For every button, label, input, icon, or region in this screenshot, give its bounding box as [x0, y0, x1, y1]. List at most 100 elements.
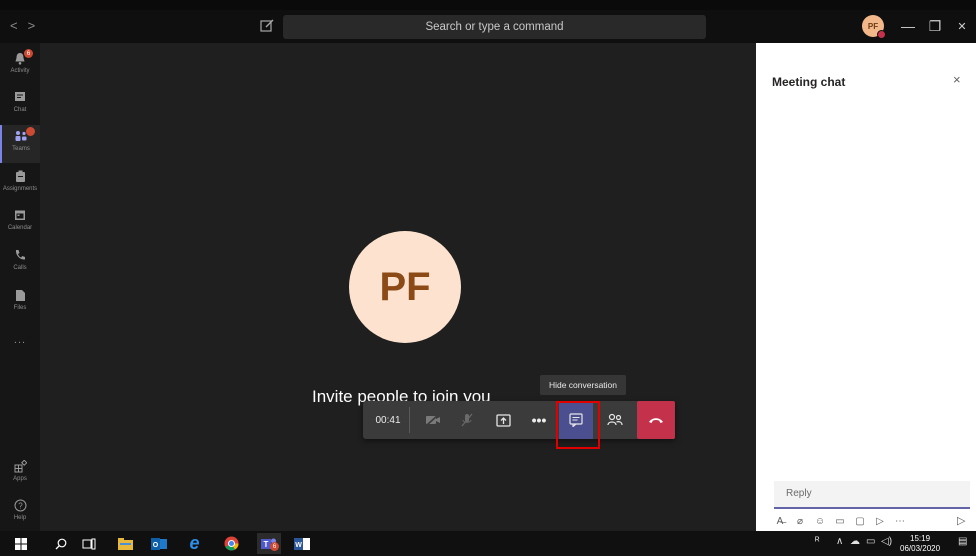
rail-item-chat[interactable]: Chat [0, 86, 40, 124]
files-icon [13, 288, 27, 302]
call-stage: PF Invite people to join you Hide conver… [40, 43, 756, 531]
calendar-icon [13, 208, 27, 222]
clock-date: 06/03/2020 [900, 544, 941, 553]
share-screen-button[interactable] [487, 401, 519, 439]
close-panel-button[interactable]: × [953, 72, 961, 87]
compose-icon[interactable] [258, 17, 276, 35]
rail-label: Assignments [2, 186, 38, 192]
app-rail: 6 Activity Chat Teams Assignments Calend… [0, 43, 40, 531]
svg-text:T: T [264, 540, 269, 549]
search-placeholder: Search or type a command [425, 21, 564, 33]
network-icon[interactable]: ▭ [866, 536, 875, 547]
camera-off-icon [426, 414, 440, 426]
notifications-icon[interactable]: ▤ [958, 536, 967, 547]
rail-item-more[interactable]: ... [0, 334, 40, 354]
participant-avatar: PF [349, 231, 461, 343]
participant-initials: PF [379, 264, 431, 309]
top-strip [0, 0, 976, 10]
onedrive-icon[interactable]: ☁ [850, 536, 860, 547]
mic-off-button[interactable] [451, 401, 483, 439]
gif-icon[interactable]: ▭ [834, 516, 846, 527]
rail-item-assignments[interactable]: Assignments [0, 165, 40, 203]
reply-placeholder: Reply [786, 488, 812, 499]
participants-button[interactable] [599, 401, 631, 439]
more-options-icon[interactable]: ••• [523, 401, 555, 439]
svg-text:W: W [295, 542, 302, 549]
rail-item-help[interactable]: ? Help [0, 494, 40, 532]
panel-title: Meeting chat [772, 75, 846, 89]
svg-text:O: O [152, 542, 158, 549]
maximize-button[interactable]: ❐ [925, 16, 945, 36]
outlook-icon[interactable]: O [150, 535, 167, 552]
chat-icon [13, 90, 27, 104]
reply-input[interactable]: Reply [774, 481, 970, 509]
windows-start-icon[interactable] [12, 535, 29, 552]
emoji-icon[interactable]: ☺ [814, 516, 826, 527]
clock-time: 15:19 [910, 534, 931, 543]
edge-icon[interactable]: e [186, 533, 203, 553]
apps-icon [13, 459, 27, 473]
divider [409, 407, 410, 433]
rail-item-apps[interactable]: Apps [0, 455, 40, 493]
sticker-icon[interactable]: ▢ [854, 516, 866, 527]
rail-item-teams[interactable]: Teams [0, 125, 40, 163]
rail-item-files[interactable]: Files [0, 284, 40, 322]
meeting-chat-panel: Meeting chat × Reply A̶ ⌀ ☺ ▭ ▢ ▷ ⋯ ▷ [756, 43, 976, 531]
rail-item-calls[interactable]: Calls [0, 244, 40, 282]
rail-label: Apps [13, 476, 27, 482]
search-input[interactable]: Search or type a command [283, 15, 706, 39]
tooltip: Hide conversation [540, 375, 626, 395]
close-window-button[interactable]: ✕ [952, 16, 972, 36]
call-controls: 00:41 ••• [363, 401, 675, 439]
teams-taskbar-badge: 6 [270, 542, 279, 551]
rail-label: Help [13, 515, 27, 521]
people-icon[interactable]: ᴿ [815, 536, 820, 547]
attach-icon[interactable]: ⌀ [794, 516, 806, 527]
rail-label: Activity [10, 68, 30, 74]
camera-off-button[interactable] [417, 401, 449, 439]
presence-busy-icon [877, 30, 886, 39]
title-bar: <> Search or type a command PF — ❐ ✕ [0, 10, 976, 43]
windows-taskbar: O e T 6 W ᴿ ∧ ☁ ▭ ◁) 15:19 06/03/2020 ▤ [0, 531, 976, 556]
forward-button[interactable]: > [28, 18, 46, 33]
meet-icon[interactable]: ▷ [874, 516, 886, 527]
hang-up-button[interactable] [637, 401, 675, 439]
share-screen-icon [495, 413, 511, 427]
teams-taskbar-icon[interactable]: T 6 [257, 533, 281, 554]
assignments-icon [13, 169, 27, 183]
phone-icon [13, 248, 27, 262]
system-clock[interactable]: 15:19 06/03/2020 [900, 534, 940, 554]
hang-up-icon [649, 418, 663, 423]
profile-initials: PF [867, 21, 879, 31]
search-icon[interactable] [52, 535, 69, 552]
compose-toolbar: A̶ ⌀ ☺ ▭ ▢ ▷ ⋯ [774, 513, 972, 529]
help-icon: ? [13, 498, 27, 512]
chat-icon [569, 413, 583, 427]
rail-item-activity[interactable]: 6 Activity [0, 47, 40, 85]
profile-avatar[interactable]: PF [862, 15, 886, 39]
rail-label: Teams [12, 146, 30, 152]
file-explorer-icon[interactable] [117, 535, 134, 552]
call-timer: 00:41 [375, 414, 401, 426]
rail-label: Calls [13, 265, 27, 271]
teams-badge [26, 127, 35, 136]
conversation-button[interactable] [559, 401, 593, 439]
minimize-button[interactable]: — [898, 16, 918, 36]
svg-text:?: ? [18, 501, 23, 510]
volume-icon[interactable]: ◁) [881, 536, 892, 547]
more-icon: ... [13, 334, 27, 346]
rail-item-calendar[interactable]: Calendar [0, 204, 40, 242]
nav-arrows: <> [10, 18, 45, 33]
mic-off-icon [461, 413, 473, 427]
format-icon[interactable]: A̶ [774, 516, 786, 527]
rail-label: Files [13, 305, 27, 311]
send-icon[interactable]: ▷ [957, 514, 965, 527]
word-icon[interactable]: W [293, 535, 310, 552]
activity-badge: 6 [24, 49, 33, 58]
back-button[interactable]: < [10, 18, 28, 33]
chrome-icon[interactable] [223, 535, 240, 552]
more-icon[interactable]: ⋯ [894, 516, 906, 527]
task-view-icon[interactable] [80, 535, 97, 552]
rail-label: Chat [13, 107, 27, 113]
tray-expand-icon[interactable]: ∧ [836, 536, 843, 547]
